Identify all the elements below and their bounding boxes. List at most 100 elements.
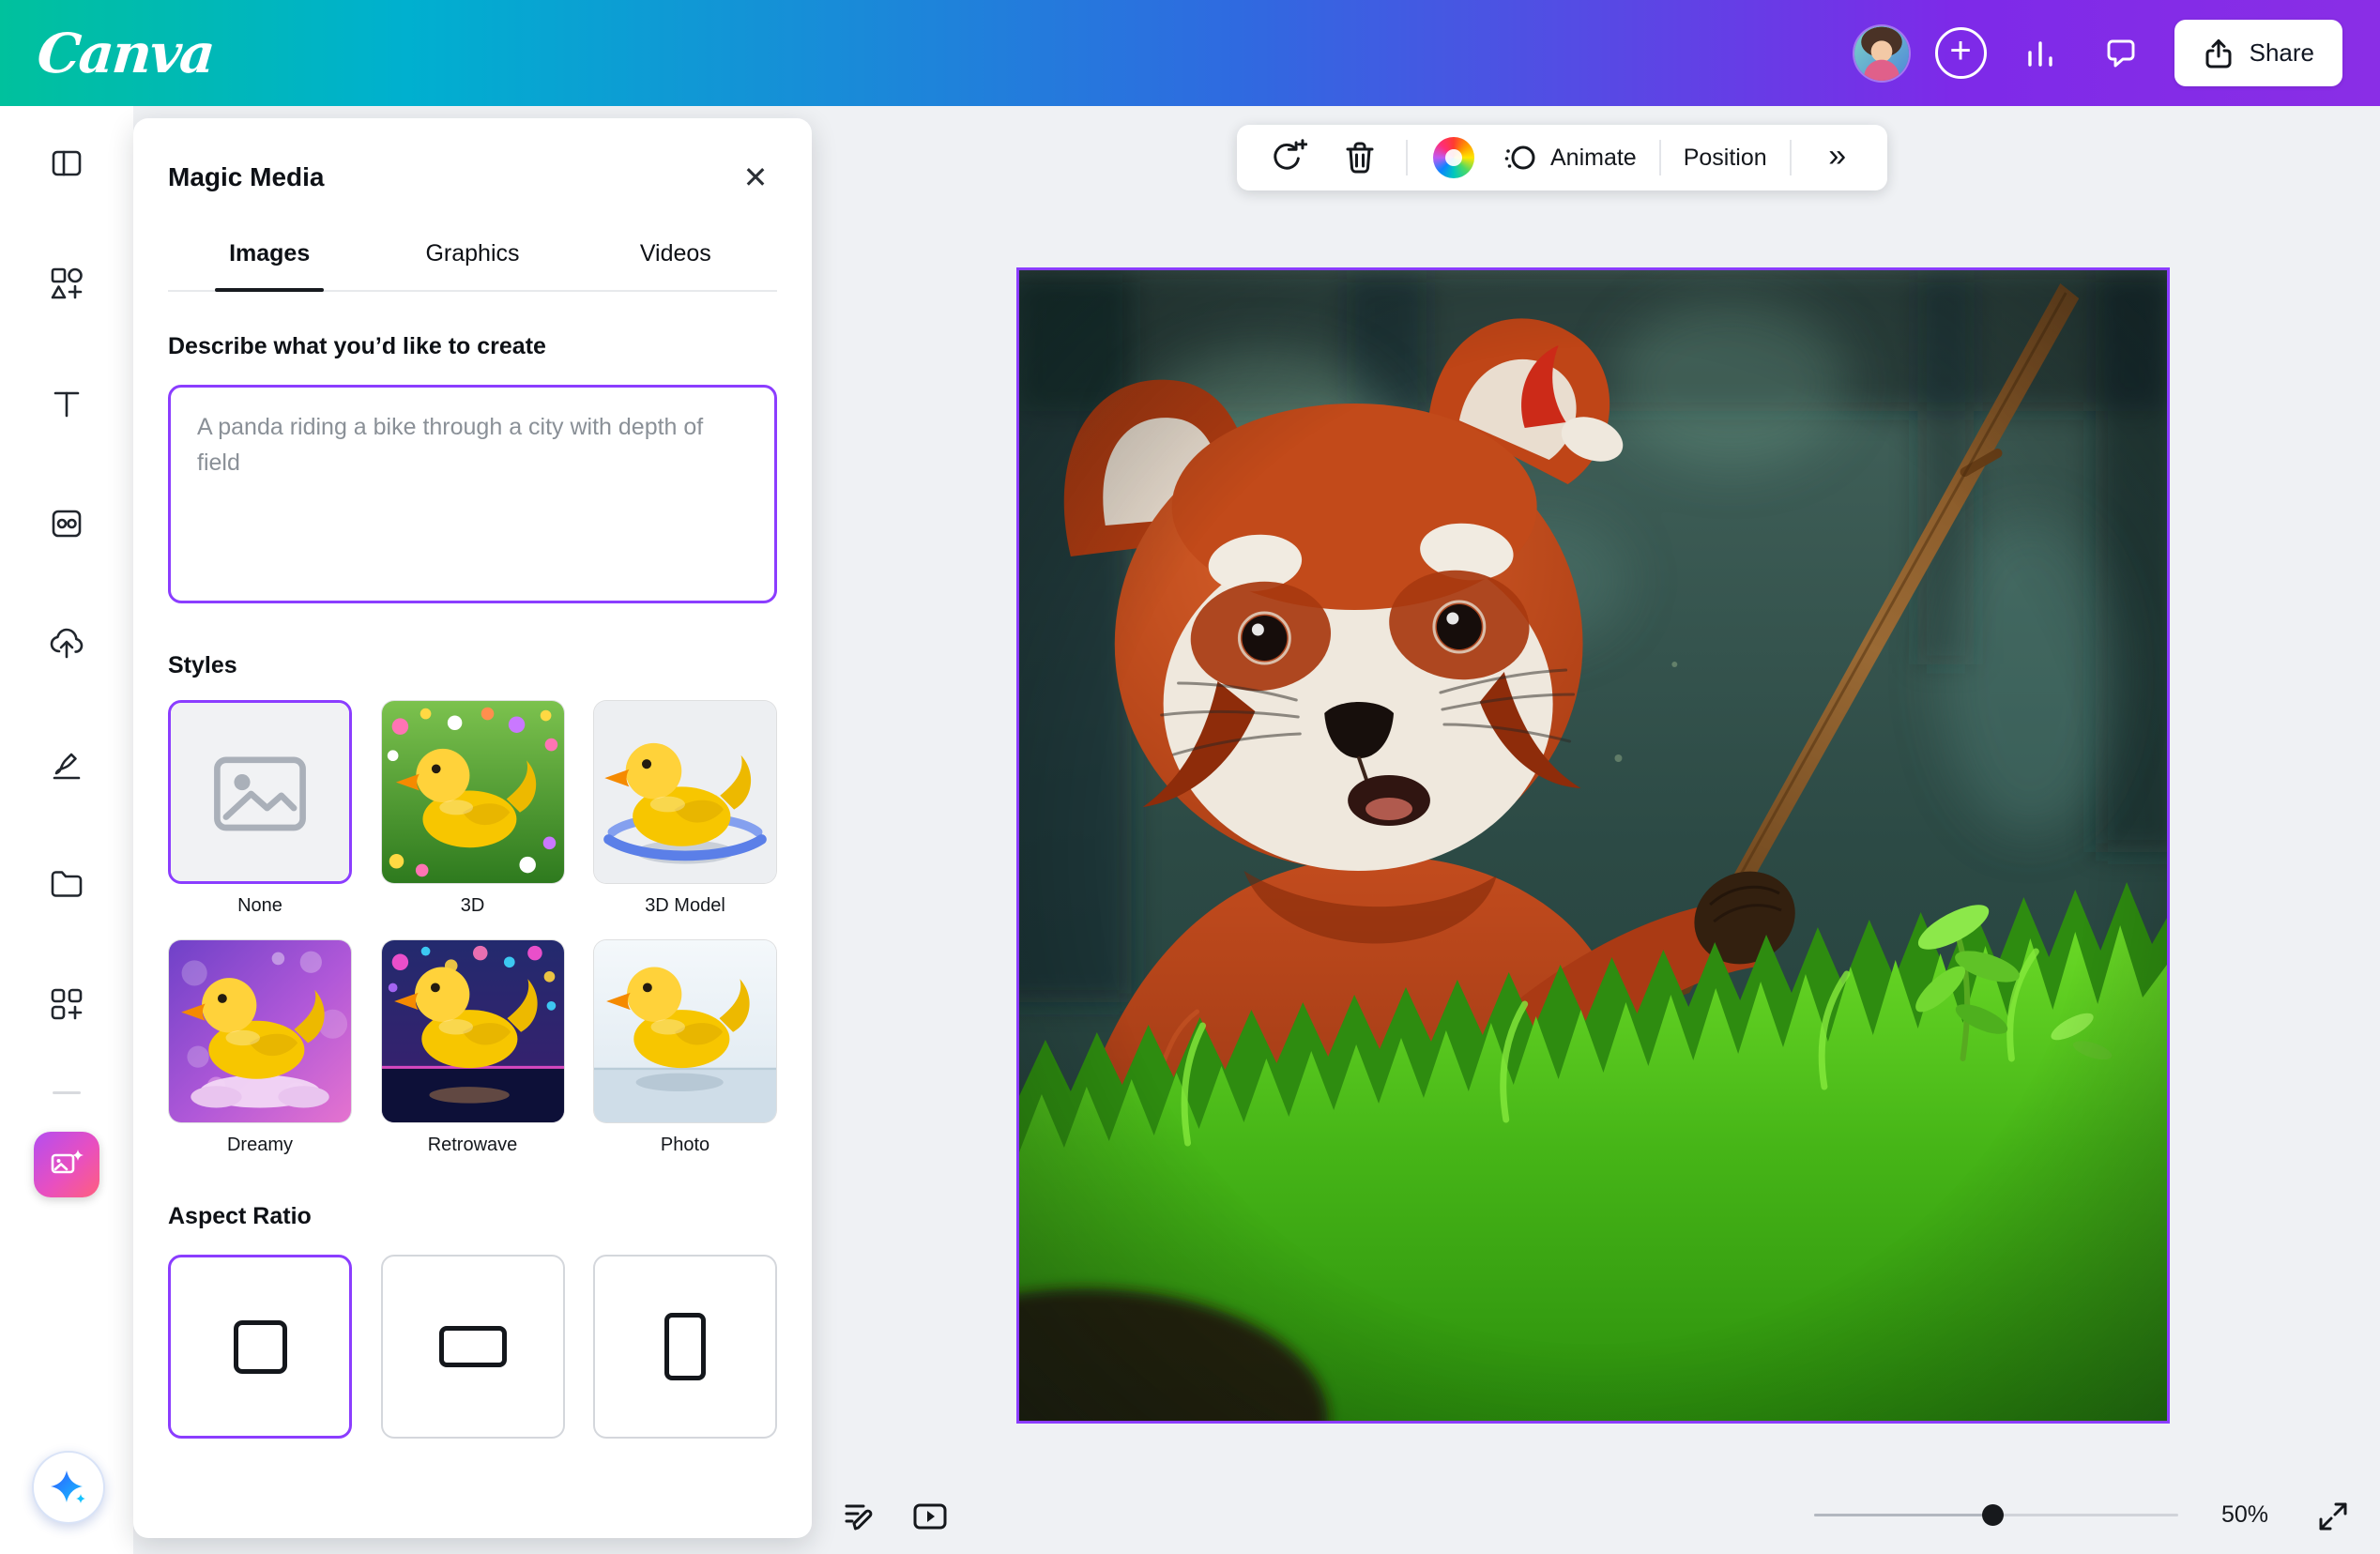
chat-icon — [2103, 36, 2139, 71]
animate-icon — [1503, 141, 1537, 175]
folder-icon — [49, 866, 84, 902]
style-label: Retrowave — [381, 1135, 565, 1156]
zoom-level: 50% — [2205, 1501, 2284, 1529]
more-options-button[interactable]: » — [1801, 132, 1874, 183]
aspect-option-landscape[interactable] — [381, 1255, 565, 1439]
style-thumb-retrowave[interactable] — [381, 939, 565, 1123]
sparkle-icon — [49, 1468, 88, 1507]
style-label: 3D — [381, 895, 565, 917]
canva-logo: Canva — [35, 22, 216, 85]
style-label: 3D Model — [593, 895, 777, 917]
style-option-photo[interactable]: Photo — [593, 939, 777, 1156]
fullscreen-button[interactable] — [2311, 1494, 2356, 1539]
portrait-ratio-icon — [664, 1313, 706, 1380]
style-label: Dreamy — [168, 1135, 352, 1156]
style-thumb-3d-model[interactable] — [593, 700, 777, 884]
canva-app: Canva + Share — [0, 0, 2380, 1554]
sidebar-item-projects[interactable] — [34, 851, 99, 917]
toolbar-divider — [1406, 140, 1408, 175]
tab-graphics[interactable]: Graphics — [371, 221, 573, 290]
sidebar-item-text[interactable] — [34, 371, 99, 436]
avatar[interactable] — [1854, 26, 1909, 81]
position-label: Position — [1684, 145, 1767, 172]
aspect-option-square[interactable] — [168, 1255, 352, 1439]
share-button[interactable]: Share — [2174, 20, 2342, 86]
zoom-slider[interactable] — [1814, 1504, 2178, 1527]
aspect-option-portrait[interactable] — [593, 1255, 777, 1439]
zoom-handle[interactable] — [1982, 1504, 2004, 1526]
sidebar-item-uploads[interactable] — [34, 611, 99, 677]
apps-icon — [49, 986, 84, 1022]
image-toolbar: Animate Position » — [1237, 125, 1887, 190]
close-icon: ✕ — [743, 160, 769, 195]
bar-chart-icon — [2022, 36, 2058, 71]
magic-media-panel: Magic Media ✕ Images Graphics Videos Des… — [133, 118, 812, 1538]
draw-icon — [49, 746, 84, 782]
trash-icon — [1341, 139, 1379, 176]
design-icon — [49, 145, 84, 181]
comments-button[interactable] — [2094, 26, 2148, 81]
magic-media-icon — [47, 1145, 86, 1184]
style-thumb-3d[interactable] — [381, 700, 565, 884]
style-option-3d-model[interactable]: 3D Model — [593, 700, 777, 917]
present-button[interactable] — [908, 1494, 953, 1539]
image-placeholder-icon — [171, 703, 349, 881]
red-panda-artwork — [1019, 270, 2167, 1421]
regenerate-icon — [1266, 137, 1307, 178]
brand-icon — [49, 506, 84, 541]
style-option-none[interactable]: None — [168, 700, 352, 917]
style-option-retrowave[interactable]: Retrowave — [381, 939, 565, 1156]
sidebar-item-draw[interactable] — [34, 731, 99, 797]
text-icon — [49, 386, 84, 421]
style-label: None — [168, 895, 352, 917]
style-thumb-dreamy[interactable] — [168, 939, 352, 1123]
notes-icon — [839, 1498, 877, 1535]
aspect-ratio-grid — [168, 1255, 777, 1439]
aspect-ratio-label: Aspect Ratio — [168, 1203, 777, 1230]
elements-icon — [49, 266, 84, 301]
share-icon — [2203, 38, 2235, 69]
landscape-ratio-icon — [439, 1326, 507, 1367]
close-button[interactable]: ✕ — [734, 156, 777, 199]
add-member-button[interactable]: + — [1935, 27, 1987, 79]
selected-generated-image[interactable] — [1016, 267, 2170, 1424]
vignette — [1019, 270, 2167, 1421]
prompt-label: Describe what you’d like to create — [168, 333, 777, 360]
zoom-fill — [1814, 1514, 1992, 1516]
canva-assistant-button[interactable] — [32, 1451, 105, 1524]
styles-grid: None — [168, 700, 777, 1156]
prompt-input[interactable] — [168, 385, 777, 603]
expand-icon — [2314, 1498, 2352, 1535]
style-option-3d[interactable]: 3D — [381, 700, 565, 917]
insights-button[interactable] — [2013, 26, 2067, 81]
styles-label: Styles — [168, 652, 777, 679]
uploads-icon — [49, 626, 84, 662]
animate-button[interactable]: Animate — [1490, 132, 1650, 183]
position-button[interactable]: Position — [1671, 132, 1780, 183]
animate-label: Animate — [1550, 145, 1637, 172]
top-bar: Canva + Share — [0, 0, 2380, 106]
toolbar-divider — [1790, 140, 1792, 175]
style-option-dreamy[interactable]: Dreamy — [168, 939, 352, 1156]
sidebar-divider — [53, 1091, 81, 1094]
style-thumb-photo[interactable] — [593, 939, 777, 1123]
style-thumb-none[interactable] — [168, 700, 352, 884]
style-label: Photo — [593, 1135, 777, 1156]
sidebar-item-brand[interactable] — [34, 491, 99, 556]
delete-button[interactable] — [1323, 132, 1396, 183]
sidebar-item-apps[interactable] — [34, 971, 99, 1037]
share-label: Share — [2250, 38, 2314, 68]
square-ratio-icon — [234, 1320, 287, 1374]
tab-images[interactable]: Images — [168, 221, 371, 290]
tab-videos[interactable]: Videos — [574, 221, 777, 290]
color-wheel-icon — [1433, 137, 1474, 178]
notes-button[interactable] — [835, 1494, 880, 1539]
panel-title: Magic Media — [168, 162, 324, 192]
sidebar-item-design[interactable] — [34, 130, 99, 196]
app-sidebar — [0, 106, 133, 1554]
regenerate-button[interactable] — [1250, 132, 1323, 183]
color-button[interactable] — [1417, 132, 1490, 183]
sidebar-item-magic-media[interactable] — [34, 1132, 99, 1197]
presentation-icon — [911, 1498, 949, 1535]
sidebar-item-elements[interactable] — [34, 251, 99, 316]
